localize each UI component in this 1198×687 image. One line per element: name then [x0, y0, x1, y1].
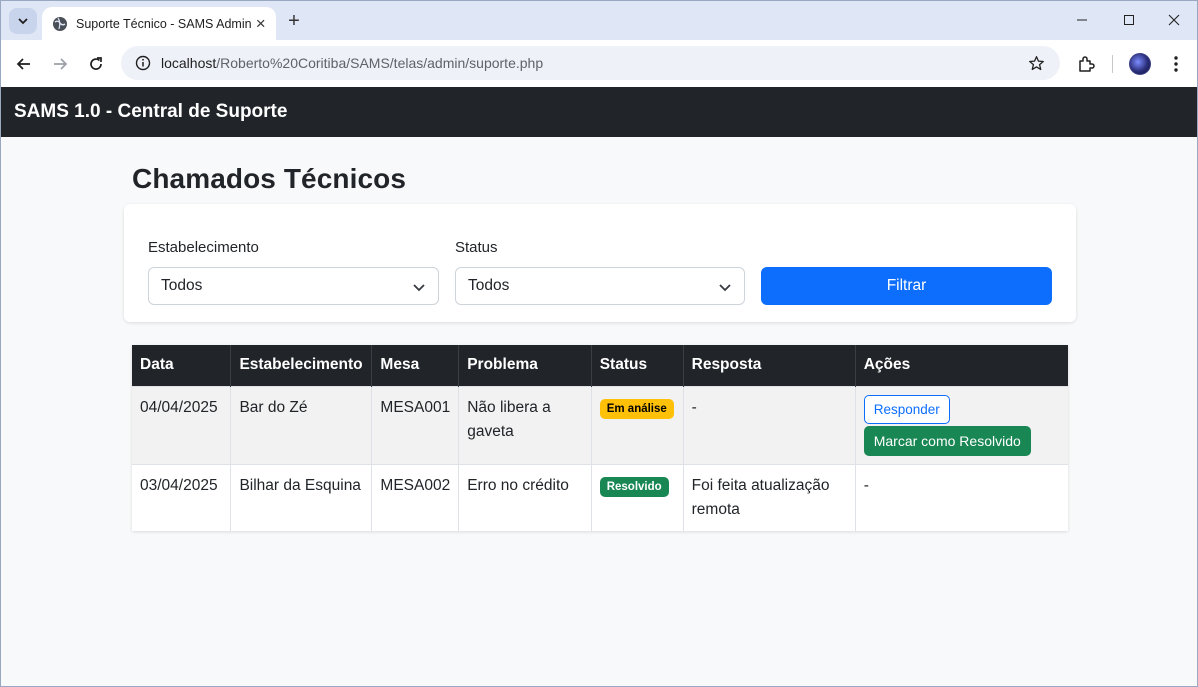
browser-tab-active[interactable]: Suporte Técnico - SAMS Admin × — [42, 7, 276, 41]
status-select[interactable]: Todos — [455, 267, 745, 305]
reload-icon[interactable] — [81, 49, 111, 79]
table-header-row: Data Estabelecimento Mesa Problema Statu… — [132, 345, 1068, 386]
establishment-select-value: Todos — [161, 277, 203, 294]
cell-acoes: - — [855, 463, 1068, 531]
mark-resolved-button[interactable]: Marcar como Resolvido — [863, 425, 1031, 456]
cell-resposta: Foi feita atualização remota — [683, 463, 856, 531]
filter-card: Estabelecimento Todos Status Todos Filtr… — [124, 204, 1076, 322]
new-tab-icon[interactable]: + — [282, 9, 306, 33]
globe-icon — [52, 16, 68, 32]
site-info-icon[interactable] — [133, 53, 153, 73]
navbar-brand[interactable]: SAMS 1.0 - Central de Suporte — [14, 101, 287, 123]
close-window-icon[interactable] — [1151, 5, 1197, 35]
cell-mesa: MESA001 — [371, 385, 460, 464]
chevron-down-icon — [18, 18, 28, 25]
reply-button[interactable]: Responder — [863, 394, 950, 424]
col-header-data: Data — [132, 345, 232, 386]
url-host: localhost — [161, 55, 217, 71]
chevron-down-icon — [719, 284, 731, 292]
page-title: Chamados Técnicos — [132, 163, 407, 194]
forward-arrow-icon[interactable] — [45, 49, 75, 79]
toolbar-divider — [1112, 55, 1113, 73]
status-badge: Resolvido — [599, 476, 669, 497]
avatar — [1129, 53, 1151, 75]
cell-status: Resolvido — [591, 463, 684, 531]
filter-button[interactable]: Filtrar — [761, 267, 1052, 305]
url-text: localhost/Roberto%20Coritiba/SAMS/telas/… — [161, 55, 543, 71]
tickets-table: Data Estabelecimento Mesa Problema Statu… — [132, 345, 1068, 531]
cell-estabelecimento: Bilhar da Esquina — [230, 463, 373, 531]
chevron-down-icon — [413, 284, 425, 292]
more-menu-icon[interactable] — [1161, 49, 1191, 79]
cell-status: Em análise — [591, 385, 684, 464]
col-header-resposta: Resposta — [683, 345, 856, 386]
table-row: 04/04/2025 Bar do Zé MESA001 Não libera … — [132, 385, 1068, 464]
establishment-label: Estabelecimento — [148, 239, 259, 256]
profile-avatar[interactable] — [1125, 49, 1155, 79]
tab-title: Suporte Técnico - SAMS Admin — [76, 17, 252, 31]
cell-acoes: Responder Marcar como Resolvido — [855, 385, 1068, 464]
minimize-icon[interactable] — [1059, 5, 1105, 35]
col-header-estabelecimento: Estabelecimento — [230, 345, 373, 386]
status-select-value: Todos — [468, 277, 510, 294]
col-header-problema: Problema — [458, 345, 592, 386]
cell-resposta: - — [683, 385, 856, 464]
maximize-icon[interactable] — [1106, 5, 1152, 35]
tab-search-button[interactable] — [9, 8, 37, 34]
cell-problema: Não libera a gaveta — [458, 385, 592, 464]
cell-data: 03/04/2025 — [132, 463, 232, 531]
cell-mesa: MESA002 — [371, 463, 460, 531]
top-navbar: SAMS 1.0 - Central de Suporte — [1, 87, 1197, 137]
extensions-puzzle-icon[interactable] — [1071, 49, 1101, 79]
cell-problema: Erro no crédito — [458, 463, 592, 531]
col-header-mesa: Mesa — [371, 345, 460, 386]
browser-tab-bar: Suporte Técnico - SAMS Admin × + — [0, 0, 1198, 41]
close-tab-icon[interactable]: × — [252, 13, 270, 35]
url-path: /Roberto%20Coritiba/SAMS/telas/admin/sup… — [216, 55, 544, 71]
col-header-acoes: Ações — [855, 345, 1068, 386]
cell-data: 04/04/2025 — [132, 385, 232, 464]
address-bar[interactable]: localhost/Roberto%20Coritiba/SAMS/telas/… — [121, 46, 1060, 80]
back-arrow-icon[interactable] — [9, 49, 39, 79]
browser-toolbar: localhost/Roberto%20Coritiba/SAMS/telas/… — [0, 40, 1198, 87]
status-label: Status — [455, 239, 498, 256]
bookmark-star-icon[interactable] — [1026, 53, 1046, 73]
establishment-select[interactable]: Todos — [148, 267, 439, 305]
table-row: 03/04/2025 Bilhar da Esquina MESA002 Err… — [132, 463, 1068, 531]
status-badge: Em análise — [599, 398, 674, 419]
cell-estabelecimento: Bar do Zé — [230, 385, 373, 464]
col-header-status: Status — [591, 345, 684, 386]
page-viewport: SAMS 1.0 - Central de Suporte Chamados T… — [0, 87, 1198, 687]
